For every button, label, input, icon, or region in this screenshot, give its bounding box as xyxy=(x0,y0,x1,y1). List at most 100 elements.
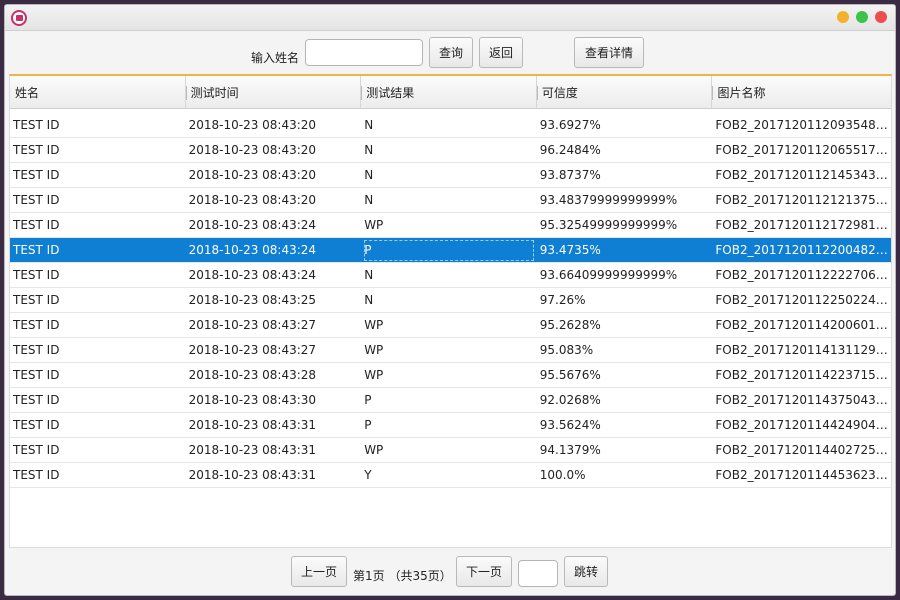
cell-confidence: 96.2484% xyxy=(539,143,601,157)
table-row[interactable]: TEST ID 2018-10-23 08:43:28 WP 95.5676% FOB2… xyxy=(10,363,891,388)
cell-test-time: 2018-10-23 08:43:20 xyxy=(188,143,317,157)
cell-image-name: FOB2_20171201122502243... xyxy=(715,293,891,307)
cell-confidence: 92.0268% xyxy=(539,393,601,407)
cell-test-result: WP xyxy=(364,218,384,232)
column-header-confidence[interactable]: 可信度 xyxy=(536,76,713,109)
back-button[interactable]: 返回 xyxy=(479,37,523,68)
cell-test-result: Y xyxy=(364,468,372,482)
table-row[interactable]: TEST ID 2018-10-23 08:43:31 P 93.5624% FOB2_… xyxy=(10,413,891,438)
app-window: 输入姓名 查询 返回 查看详情 姓名 测试时间 测试结果 可信度 图片名称 TE… xyxy=(4,4,896,596)
title-bar[interactable] xyxy=(5,5,895,31)
cell-name: TEST ID xyxy=(13,143,60,157)
cell-test-time: 2018-10-23 08:43:30 xyxy=(188,393,317,407)
column-header-result[interactable]: 测试结果 xyxy=(361,76,537,109)
column-header-name[interactable]: 姓名 xyxy=(10,76,186,109)
pagination-bar: 上一页 第1页 （共35页） 下一页 跳转 xyxy=(5,556,895,592)
results-table: 姓名 测试时间 测试结果 可信度 图片名称 TEST ID 2018-10-23 … xyxy=(9,74,892,548)
minimize-button[interactable] xyxy=(837,11,849,23)
column-header-image-name[interactable]: 图片名称 xyxy=(712,76,891,109)
cell-test-result: P xyxy=(361,238,537,262)
table-row[interactable]: TEST ID 2018-10-23 08:43:20 N 93.8737% FOB2_… xyxy=(10,163,891,188)
cell-test-time: 2018-10-23 08:43:24 xyxy=(188,218,317,232)
cell-test-time: 2018-10-23 08:43:27 xyxy=(188,343,317,357)
cell-image-name: FOB2_20171201142006013... xyxy=(715,318,891,332)
cell-test-time: 2018-10-23 08:43:25 xyxy=(188,293,317,307)
cell-confidence: 95.32549999999999% xyxy=(539,218,678,232)
cell-test-time: 2018-10-23 08:43:20 xyxy=(188,193,317,207)
cell-name: TEST ID xyxy=(13,218,60,232)
cell-confidence: 93.66409999999999% xyxy=(539,268,678,282)
cell-test-time: 2018-10-23 08:43:20 xyxy=(188,118,317,132)
cell-name: TEST ID xyxy=(13,443,60,457)
column-header-time[interactable]: 测试时间 xyxy=(185,76,362,109)
cell-confidence: 94.1379% xyxy=(539,443,601,457)
table-row[interactable]: TEST ID 2018-10-23 08:43:27 WP 95.083% FOB2_… xyxy=(10,338,891,363)
app-logo-icon xyxy=(11,10,27,26)
cell-image-name: FOB2_20171201142237154... xyxy=(715,368,891,382)
view-details-button[interactable]: 查看详情 xyxy=(574,37,644,68)
page-number-input[interactable] xyxy=(518,560,558,587)
cell-name: TEST ID xyxy=(13,293,60,307)
cell-test-time: 2018-10-23 08:43:27 xyxy=(188,318,317,332)
cell-image-name: FOB2_20171201144536235... xyxy=(715,468,891,482)
cell-test-result: WP xyxy=(364,343,384,357)
query-button[interactable]: 查询 xyxy=(429,37,473,68)
cell-confidence: 95.2628% xyxy=(539,318,601,332)
close-button[interactable] xyxy=(875,11,887,23)
cell-confidence: 95.083% xyxy=(539,343,594,357)
cell-test-time: 2018-10-23 08:43:31 xyxy=(188,418,317,432)
table-row[interactable]: TEST ID 2018-10-23 08:43:24 WP 95.325499999… xyxy=(10,213,891,238)
cell-name: TEST ID xyxy=(13,168,60,182)
cell-name: TEST ID xyxy=(13,393,60,407)
table-row[interactable]: TEST ID 2018-10-23 08:43:20 N 93.4837999999… xyxy=(10,188,891,213)
table-header: 姓名 测试时间 测试结果 可信度 图片名称 xyxy=(10,76,891,109)
cell-image-name: FOB2_20171201122004829... xyxy=(715,243,891,257)
cell-test-result: P xyxy=(364,393,372,407)
cell-image-name: FOB2_20171201121729816... xyxy=(715,218,891,232)
cell-image-name: FOB2_20171201144249043... xyxy=(715,418,891,432)
cell-image-name: FOB2_20171201120655171... xyxy=(715,143,891,157)
table-row[interactable]: TEST ID 2018-10-23 08:43:30 P 92.0268% FOB2_… xyxy=(10,388,891,413)
cell-test-result: WP xyxy=(364,368,384,382)
cell-image-name: FOB2_20171201144027256... xyxy=(715,443,891,457)
cell-test-result: N xyxy=(364,168,374,182)
table-body: TEST ID 2018-10-23 08:43:20 N 93.6927% FOB2_… xyxy=(10,109,891,488)
name-search-input[interactable] xyxy=(305,39,423,66)
cell-confidence: 93.4735% xyxy=(539,243,601,257)
cell-confidence: 97.26% xyxy=(539,293,586,307)
table-row[interactable]: TEST ID 2018-10-23 08:43:20 N 93.6927% FOB2_… xyxy=(10,113,891,138)
cell-name: TEST ID xyxy=(13,318,60,332)
table-row[interactable]: TEST ID 2018-10-23 08:43:27 WP 95.2628% FOB2… xyxy=(10,313,891,338)
cell-test-time: 2018-10-23 08:43:24 xyxy=(188,243,317,257)
table-row[interactable]: TEST ID 2018-10-23 08:43:31 WP 94.1379% FOB2… xyxy=(10,438,891,463)
table-row[interactable]: TEST ID 2018-10-23 08:43:24 N 93.6640999999… xyxy=(10,263,891,288)
cell-confidence: 95.5676% xyxy=(539,368,601,382)
cell-test-time: 2018-10-23 08:43:28 xyxy=(188,368,317,382)
cell-test-result: WP xyxy=(364,318,384,332)
cell-test-time: 2018-10-23 08:43:31 xyxy=(188,468,317,482)
next-page-button[interactable]: 下一页 xyxy=(456,556,512,587)
cell-image-name: FOB2_20171201120935481... xyxy=(715,118,891,132)
cell-test-result: P xyxy=(364,418,372,432)
cell-confidence: 93.5624% xyxy=(539,418,601,432)
name-label: 输入姓名 xyxy=(251,51,300,65)
window-controls xyxy=(837,11,887,23)
cell-image-name: FOB2_20171201141311295... xyxy=(715,343,891,357)
cell-image-name: FOB2_20171201121453438... xyxy=(715,168,891,182)
jump-button[interactable]: 跳转 xyxy=(564,556,608,587)
cell-image-name: FOB2_20171201143750437... xyxy=(715,393,891,407)
table-row[interactable]: TEST ID 2018-10-23 08:43:25 N 97.26% FOB2_20… xyxy=(10,288,891,313)
maximize-button[interactable] xyxy=(856,11,868,23)
cell-name: TEST ID xyxy=(13,343,60,357)
prev-page-button[interactable]: 上一页 xyxy=(291,556,347,587)
cell-name: TEST ID xyxy=(13,368,60,382)
cell-test-result: N xyxy=(364,193,374,207)
search-toolbar: 输入姓名 查询 返回 查看详情 xyxy=(5,35,895,75)
table-row[interactable]: TEST ID 2018-10-23 08:43:24 P 93.4735% FOB2_… xyxy=(10,238,891,263)
table-row[interactable]: TEST ID 2018-10-23 08:43:31 Y 100.0% FOB2_20… xyxy=(10,463,891,488)
table-row[interactable]: TEST ID 2018-10-23 08:43:20 N 96.2484% FOB2_… xyxy=(10,138,891,163)
cell-confidence: 93.6927% xyxy=(539,118,601,132)
cell-test-result: N xyxy=(364,293,374,307)
cell-name: TEST ID xyxy=(13,468,60,482)
cell-name: TEST ID xyxy=(13,193,60,207)
